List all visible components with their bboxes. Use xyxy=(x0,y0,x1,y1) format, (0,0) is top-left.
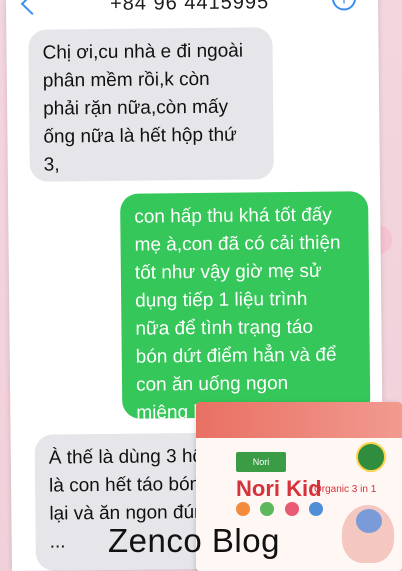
ingredient-icon xyxy=(309,502,324,516)
product-logo: Nori xyxy=(236,452,286,472)
ingredient-icon xyxy=(236,502,250,516)
info-icon[interactable]: i xyxy=(331,0,357,11)
message-bubble-outgoing: con hấp thu khá tốt đấy mẹ à,con đã có c… xyxy=(120,191,371,424)
product-brand-sub: Organic 3 in 1 xyxy=(314,484,377,495)
watermark: Zenco Blog xyxy=(108,522,280,559)
product-brand: Nori Kid xyxy=(236,476,322,501)
message-bubble-incoming: Chị ơi,cu nhà e đi ngoài phân mềm rồi,k … xyxy=(28,27,274,182)
product-top-band xyxy=(196,402,402,438)
conversation-header: +84 96 4415995 i xyxy=(6,0,378,22)
ingredient-icon xyxy=(284,502,299,516)
ingredient-icon xyxy=(260,502,275,516)
kid-hat-illustration xyxy=(356,509,382,533)
seal-icon xyxy=(356,442,386,472)
chevron-left-icon[interactable] xyxy=(20,0,44,16)
contact-phone[interactable]: +84 96 4415995 xyxy=(110,0,269,16)
